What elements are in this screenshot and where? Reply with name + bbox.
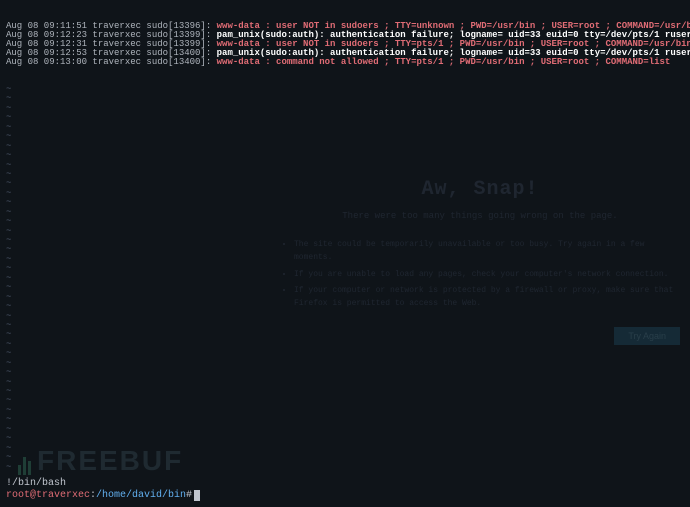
prompt-cwd: /home/david/bin bbox=[96, 491, 186, 501]
watermark-text: FREEBUF bbox=[37, 447, 183, 475]
watermark-logo: FREEBUF bbox=[18, 447, 183, 475]
shell-prompt-area: !/bin/bash root@traverxec:/home/david/bi… bbox=[6, 479, 200, 501]
shell-prompt[interactable]: root@traverxec:/home/david/bin# bbox=[6, 490, 200, 501]
crash-bullet-list: The site could be temporarily unavailabl… bbox=[280, 239, 680, 311]
crash-subtitle: There were too many things going wrong o… bbox=[280, 212, 680, 221]
prompt-user-host: root@traverxec bbox=[6, 491, 90, 501]
log-line: Aug 08 09:13:00 traverxec sudo[13400]: w… bbox=[6, 58, 684, 67]
crash-title: Aw, Snap! bbox=[280, 180, 680, 200]
crash-bullet: If your computer or network is protected… bbox=[294, 285, 680, 311]
crash-overlay: Aw, Snap! There were too many things goi… bbox=[280, 180, 680, 315]
watermark-bars-icon bbox=[18, 447, 33, 475]
try-again-button[interactable]: Try Again bbox=[614, 327, 680, 345]
crash-bullet: The site could be temporarily unavailabl… bbox=[294, 239, 680, 265]
crash-bullet: If you are unable to load any pages, che… bbox=[294, 269, 680, 282]
cursor-icon bbox=[194, 490, 200, 501]
shebang-line: !/bin/bash bbox=[6, 479, 200, 489]
prompt-symbol: # bbox=[186, 491, 192, 501]
